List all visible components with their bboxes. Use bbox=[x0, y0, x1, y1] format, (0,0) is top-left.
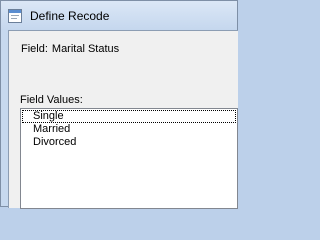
window-title: Define Recode bbox=[30, 9, 110, 23]
field-label: Field: bbox=[21, 43, 48, 55]
list-item[interactable]: Single bbox=[22, 110, 236, 123]
list-item[interactable]: Divorced bbox=[21, 136, 237, 149]
list-item[interactable]: Married bbox=[21, 123, 237, 136]
field-values-listbox[interactable]: Single Married Divorced bbox=[20, 108, 238, 209]
title-bar[interactable]: Define Recode bbox=[1, 1, 237, 30]
field-row: Field: Marital Status bbox=[21, 43, 119, 55]
field-values-label: Field Values: bbox=[20, 94, 83, 106]
define-recode-window: Define Recode Field: Marital Status Field… bbox=[0, 0, 238, 209]
window-app-icon[interactable] bbox=[8, 9, 22, 23]
dialog-body: Field: Marital Status Field Values: Singl… bbox=[8, 30, 238, 209]
field-value: Marital Status bbox=[51, 43, 120, 55]
